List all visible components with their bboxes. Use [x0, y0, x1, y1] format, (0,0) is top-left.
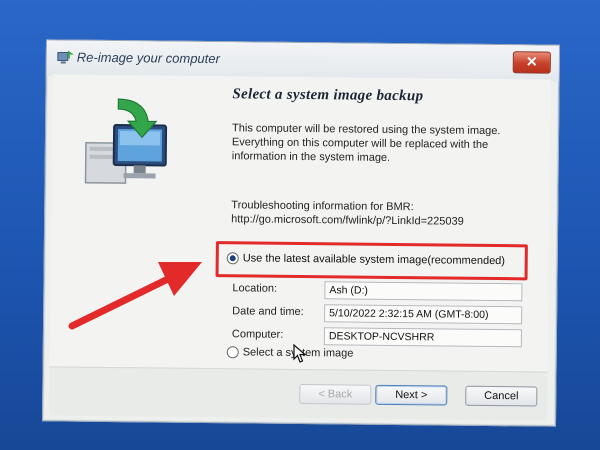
computer-restore-icon [57, 50, 74, 64]
computer-label: Computer: [231, 328, 284, 341]
troubleshooting-link[interactable]: http://go.microsoft.com/fwlink/p/?LinkId… [231, 212, 541, 229]
window-title: Re-image your computer [76, 49, 220, 67]
datetime-field: 5/10/2022 2:32:15 AM (GMT-8:00) [324, 304, 523, 325]
troubleshooting-info: Troubleshooting information for BMR: htt… [231, 198, 541, 229]
dialog-footer: < Back Next > Cancel [49, 366, 548, 421]
system-image-restore-icon [84, 98, 168, 184]
page-heading: Select a system image backup [232, 86, 424, 105]
annotation-highlight-box [215, 241, 528, 281]
location-field: Ash (D:) [324, 281, 523, 302]
select-image-radio[interactable] [226, 346, 239, 359]
close-button[interactable]: ✕ [512, 51, 551, 74]
location-label: Location: [232, 282, 278, 295]
cancel-button[interactable]: Cancel [465, 385, 538, 407]
reimage-dialog: Re-image your computer ✕ Select a system… [42, 39, 560, 427]
datetime-label: Date and time: [232, 305, 304, 319]
dialog-content: Select a system image backup This comput… [49, 74, 551, 372]
computer-field: DESKTOP-NCVSHRR [323, 327, 523, 348]
next-button[interactable]: Next > [375, 384, 448, 406]
restore-description: This computer will be restored using the… [231, 122, 501, 164]
mouse-cursor-icon [293, 344, 307, 363]
select-image-option[interactable]: Select a system image [226, 346, 354, 360]
back-button[interactable]: < Back [299, 383, 372, 405]
